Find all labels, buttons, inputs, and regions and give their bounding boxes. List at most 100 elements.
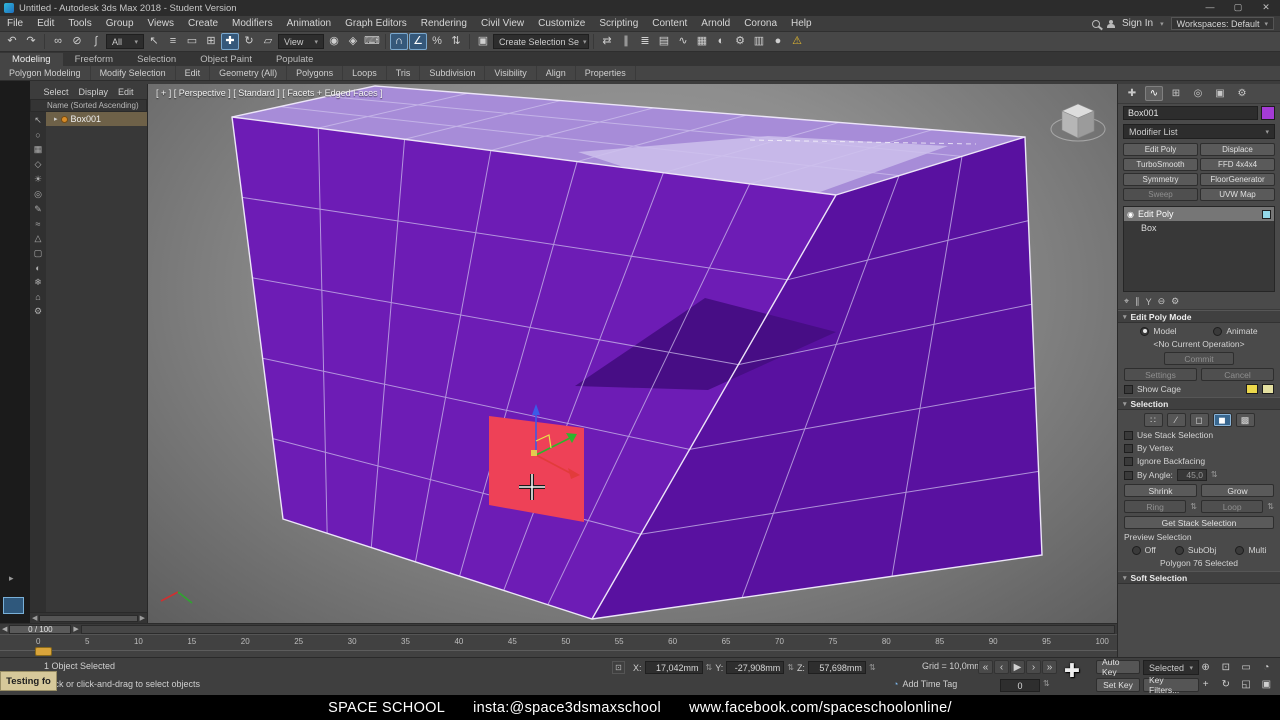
object-color-swatch[interactable] [1261,106,1275,120]
checkbox-icon[interactable] [1124,430,1133,440]
timeline-playhead[interactable] [35,647,52,656]
modifier-button-edit-poly[interactable]: Edit Poly [1123,143,1198,156]
modifier-button-displace[interactable]: Displace [1200,143,1275,156]
object-name-field[interactable]: Box001 [1123,106,1258,120]
current-frame-field[interactable]: 0 [1000,679,1040,692]
modify-tab-icon[interactable]: ∿ [1145,86,1163,101]
bind-to-space-warp-icon[interactable]: ∫ [87,33,105,50]
use-pivot-point-center-icon[interactable]: ◉ [325,33,343,50]
zoom-extents-icon[interactable]: ▭ [1237,659,1256,676]
viewport-label[interactable]: [ + ] [ Perspective ] [ Standard ] [ Fac… [156,88,383,98]
by-angle-field[interactable]: 45,0 [1176,469,1207,481]
ribbon-tab[interactable]: Selection [125,53,188,66]
display-all-icon[interactable]: ○ [35,130,40,140]
show-end-result-icon[interactable]: ∥ [1135,296,1140,307]
radio-icon[interactable] [1213,326,1223,336]
shrink-button[interactable]: Shrink [1124,484,1197,497]
reference-coordinate-dropdown[interactable]: View ▾ [278,34,324,49]
cage-selected-color-swatch[interactable] [1262,384,1274,394]
modifier-list-dropdown[interactable]: Modifier List ▾ [1123,124,1275,139]
display-bones-icon[interactable]: △ [35,233,42,244]
absolute-mode-icon[interactable]: ⊡ [612,661,625,674]
mirror-icon[interactable]: ⇄ [598,33,616,50]
play-icon[interactable]: ▶ [1010,660,1025,674]
select-and-scale-icon[interactable]: ▱ [259,33,277,50]
make-unique-icon[interactable]: Y [1146,297,1152,307]
menu-item[interactable]: Views [141,18,182,29]
spinner[interactable]: ⇅ [1190,502,1197,512]
edit-named-selection-sets-icon[interactable]: ▣ [474,33,492,50]
ribbon-section[interactable]: Subdivision [420,66,486,80]
animate-radio[interactable]: Animate [1213,326,1258,336]
rollout-edit-poly-mode[interactable]: ▾ Edit Poly Mode [1118,310,1280,323]
perspective-viewport[interactable]: [ + ] [ Perspective ] [ Standard ] [ Fac… [148,84,1117,623]
slider-left-icon[interactable]: ◀ [2,625,7,633]
display-frozen-icon[interactable]: ❄ [34,277,42,288]
workspaces-dropdown[interactable]: Workspaces: Default ▾ [1170,17,1274,30]
select-and-move-icon[interactable]: ✚ [221,33,239,50]
orbit-icon[interactable]: ↻ [1216,677,1235,694]
ribbon-tab[interactable]: Modeling [0,53,63,66]
radio-icon[interactable] [1235,545,1245,555]
set-key-button[interactable]: Set Key [1096,678,1140,692]
radio-icon[interactable] [1140,326,1150,336]
spinner[interactable]: ⇅ [1043,679,1050,689]
undo-icon[interactable]: ↶ [3,33,21,50]
display-shapes-icon[interactable]: ◇ [35,159,42,170]
select-by-name-icon[interactable]: ≡ [164,33,182,50]
menu-item[interactable]: Customize [531,18,592,29]
by-vertex-checkbox[interactable]: By Vertex [1124,443,1274,453]
region-zoom-icon[interactable]: ◱ [1237,677,1256,694]
explorer-tab-edit[interactable]: Edit [118,87,134,97]
model-radio[interactable]: Model [1140,326,1177,336]
modifier-name-label[interactable]: Edit Poly [1138,209,1174,219]
viewcube[interactable] [1050,103,1106,142]
ribbon-tab[interactable]: Object Paint [188,53,264,66]
minimize-button[interactable]: — [1196,0,1224,16]
menu-item[interactable]: Graph Editors [338,18,414,29]
commit-button[interactable]: Commit [1164,352,1234,365]
angle-snap-icon[interactable]: ∠ [409,33,427,50]
display-materials-icon[interactable]: ◐ [35,263,40,273]
radio-icon[interactable] [1174,545,1184,555]
go-to-start-icon[interactable]: « [978,660,993,674]
material-editor-icon[interactable]: ◐ [712,33,730,50]
time-slider-track[interactable] [80,624,1115,634]
utilities-tab-icon[interactable]: ⚙ [1233,86,1251,101]
spinner[interactable]: ⇅ [1267,502,1274,512]
vertex-subobject-icon[interactable]: ∷ [1143,413,1163,427]
zoom-icon[interactable]: ⊕ [1196,659,1215,676]
rollout-soft-selection[interactable]: ▾ Soft Selection [1118,571,1280,584]
rendered-frame-window-icon[interactable]: ▥ [750,33,768,50]
ribbon-section[interactable]: Geometry (All) [210,66,288,80]
rectangular-selection-region-icon[interactable]: ▭ [183,33,201,50]
ignore-backfacing-checkbox[interactable]: Ignore Backfacing [1124,456,1274,466]
rollout-selection[interactable]: ▾ Selection [1118,397,1280,410]
snaps-toggle-icon[interactable]: ∩ [390,33,408,50]
grow-button[interactable]: Grow [1201,484,1274,497]
configure-modifier-sets-icon[interactable]: ⚙ [1171,296,1179,307]
render-setup-icon[interactable]: ⚙ [731,33,749,50]
zoom-all-icon[interactable]: ⊡ [1216,659,1235,676]
chevron-down-icon[interactable]: ▾ [1160,20,1164,28]
schematic-view-icon[interactable]: ▦ [693,33,711,50]
border-subobject-icon[interactable]: ◻ [1189,413,1209,427]
auto-key-button[interactable]: Auto Key [1096,657,1140,677]
preview-multi-radio[interactable]: Multi [1235,545,1266,555]
ribbon-toggle-icon[interactable]: ▤ [655,33,673,50]
loop-button[interactable]: Loop [1201,500,1264,513]
maximize-viewport-icon[interactable]: ▣ [1257,677,1276,694]
display-helpers-icon[interactable]: ✎ [34,204,42,215]
slider-right-icon[interactable]: ▶ [73,625,78,633]
visibility-bulb-icon[interactable]: ◉ [1127,210,1134,219]
next-frame-icon[interactable]: › [1026,660,1041,674]
scroll-left-icon[interactable]: ◀ [32,614,37,622]
ring-button[interactable]: Ring [1124,500,1187,513]
create-tab-icon[interactable]: ✚ [1123,86,1141,101]
explorer-column-header[interactable]: Name (Sorted Ascending) [30,99,147,112]
select-and-link-icon[interactable]: ∞ [49,33,67,50]
modifier-button-turbosmooth[interactable]: TurboSmooth [1123,158,1198,171]
radio-icon[interactable] [1131,545,1141,555]
add-time-tag[interactable]: ◔ Add Time Tag [893,679,957,689]
menu-item[interactable]: Civil View [474,18,531,29]
